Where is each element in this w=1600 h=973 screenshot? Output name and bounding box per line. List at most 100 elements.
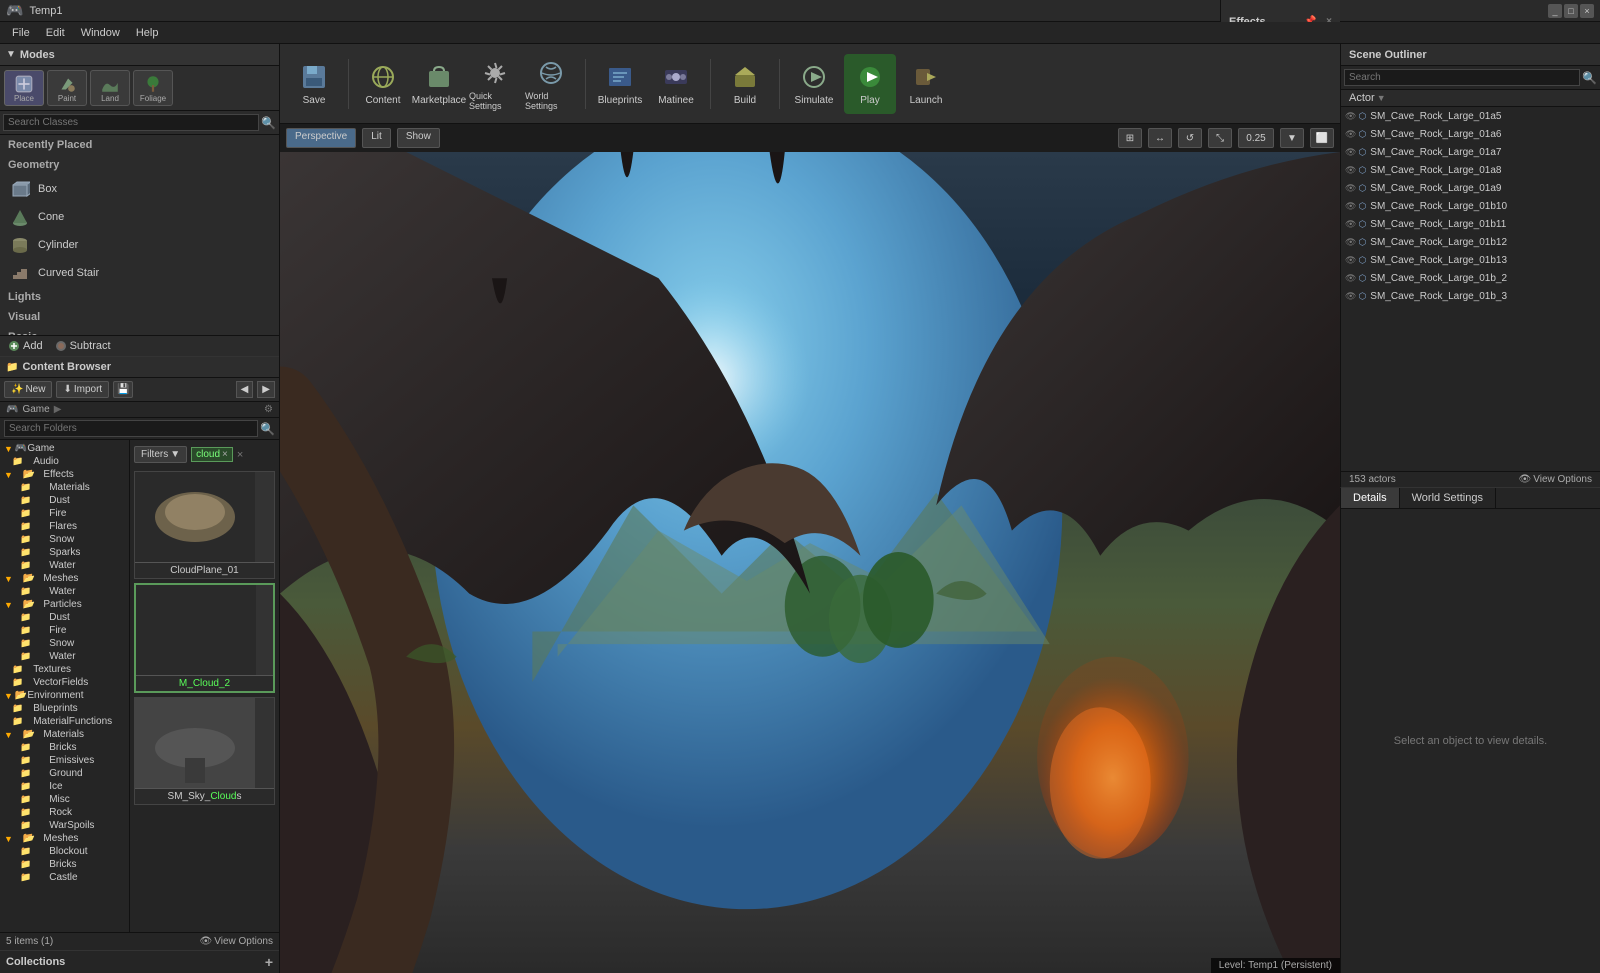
folder-water-par[interactable]: 📁Water: [0, 650, 129, 663]
matinee-button[interactable]: Matinee: [650, 54, 702, 114]
folder-ice[interactable]: 📁Ice: [0, 780, 129, 793]
viewport-icon-btn-5[interactable]: 0.25: [1238, 128, 1274, 148]
lights-label[interactable]: Lights: [0, 287, 279, 307]
viewport-icon-btn-4[interactable]: ⤡: [1208, 128, 1232, 148]
cb-path-game[interactable]: Game: [22, 404, 49, 415]
folder-snow-par[interactable]: 📁Snow: [0, 637, 129, 650]
simulate-button[interactable]: Simulate: [788, 54, 840, 114]
folder-emissives[interactable]: 📁Emissives: [0, 754, 129, 767]
outliner-item-1[interactable]: 👁 ⬡ SM_Cave_Rock_Large_01a6: [1341, 125, 1600, 143]
asset-smskyclouds[interactable]: SM_Sky_Clouds: [134, 697, 275, 805]
folder-rock[interactable]: 📁Rock: [0, 806, 129, 819]
world-settings-button[interactable]: World Settings: [525, 54, 577, 114]
collections-add-button[interactable]: +: [265, 954, 273, 970]
folder-environment[interactable]: ▼📂Environment: [0, 689, 129, 702]
visual-label[interactable]: Visual: [0, 307, 279, 327]
folder-fire-eff[interactable]: 📁Fire: [0, 507, 129, 520]
outliner-item-10[interactable]: 👁 ⬡ SM_Cave_Rock_Large_01b_3: [1341, 287, 1600, 305]
menu-help[interactable]: Help: [128, 22, 167, 44]
launch-button[interactable]: Launch: [900, 54, 952, 114]
folder-snow-eff[interactable]: 📁Snow: [0, 533, 129, 546]
recently-placed-label[interactable]: Recently Placed: [0, 135, 279, 155]
save-all-button[interactable]: 💾: [113, 381, 133, 398]
new-button[interactable]: ✨ New: [4, 381, 52, 398]
cb-nav-back[interactable]: ◀: [236, 381, 254, 398]
geometry-label[interactable]: Geometry: [0, 155, 279, 175]
placement-cone[interactable]: Cone: [0, 203, 279, 231]
quick-settings-button[interactable]: Quick Settings: [469, 54, 521, 114]
folder-particles[interactable]: ▼📂Particles: [0, 598, 129, 611]
outliner-item-9[interactable]: 👁 ⬡ SM_Cave_Rock_Large_01b_2: [1341, 269, 1600, 287]
folder-textures[interactable]: 📁Textures: [0, 663, 129, 676]
folder-warspoils[interactable]: 📁WarSpoils: [0, 819, 129, 832]
folder-water-eff[interactable]: 📁Water: [0, 559, 129, 572]
folder-meshes-game[interactable]: ▼📂Meshes: [0, 572, 129, 585]
maximize-button[interactable]: □: [1564, 4, 1578, 18]
show-button[interactable]: Show: [397, 128, 440, 148]
folder-ground[interactable]: 📁Ground: [0, 767, 129, 780]
search-tag-close[interactable]: ×: [222, 449, 228, 460]
cb-options-btn[interactable]: ⚙: [264, 404, 273, 415]
folder-materials-eff[interactable]: 📁Materials: [0, 481, 129, 494]
folder-audio[interactable]: 📁Audio: [0, 455, 129, 468]
folder-flares[interactable]: 📁Flares: [0, 520, 129, 533]
details-tab-details[interactable]: Details: [1341, 488, 1400, 508]
outliner-item-4[interactable]: 👁 ⬡ SM_Cave_Rock_Large_01a9: [1341, 179, 1600, 197]
window-controls[interactable]: _ □ ×: [1548, 4, 1594, 18]
save-button[interactable]: Save: [288, 54, 340, 114]
outliner-item-3[interactable]: 👁 ⬡ SM_Cave_Rock_Large_01a8: [1341, 161, 1600, 179]
details-tab-world-settings[interactable]: World Settings: [1400, 488, 1496, 508]
viewport-icon-btn-1[interactable]: ⊞: [1118, 128, 1142, 148]
perspective-button[interactable]: Perspective: [286, 128, 356, 148]
outliner-view-options[interactable]: 👁 View Options: [1519, 474, 1592, 485]
basic-label[interactable]: Basic: [0, 327, 279, 335]
folder-game[interactable]: ▼🎮Game: [0, 442, 129, 455]
actor-filter-label[interactable]: Actor: [1349, 92, 1375, 104]
subtract-button[interactable]: Subtract: [55, 340, 111, 352]
search-clear-icon[interactable]: ×: [237, 449, 243, 461]
folder-materials-env[interactable]: ▼📂Materials: [0, 728, 129, 741]
outliner-item-0[interactable]: 👁 ⬡ SM_Cave_Rock_Large_01a5: [1341, 107, 1600, 125]
mode-place[interactable]: Place: [4, 70, 44, 106]
viewport-icon-btn-6[interactable]: ▼: [1280, 128, 1304, 148]
viewport-icon-btn-3[interactable]: ↺: [1178, 128, 1202, 148]
folder-materialfunctions[interactable]: 📁MaterialFunctions: [0, 715, 129, 728]
viewport-icon-btn-2[interactable]: ↔: [1148, 128, 1172, 148]
outliner-item-8[interactable]: 👁 ⬡ SM_Cave_Rock_Large_01b13: [1341, 251, 1600, 269]
outliner-item-2[interactable]: 👁 ⬡ SM_Cave_Rock_Large_01a7: [1341, 143, 1600, 161]
blueprints-button[interactable]: Blueprints: [594, 54, 646, 114]
content-button[interactable]: Content: [357, 54, 409, 114]
minimize-button[interactable]: _: [1548, 4, 1562, 18]
folder-fire-par[interactable]: 📁Fire: [0, 624, 129, 637]
outliner-item-5[interactable]: 👁 ⬡ SM_Cave_Rock_Large_01b10: [1341, 197, 1600, 215]
play-button[interactable]: Play: [844, 54, 896, 114]
folder-meshes-env[interactable]: ▼📂Meshes: [0, 832, 129, 845]
outliner-search-input[interactable]: [1344, 69, 1580, 86]
menu-edit[interactable]: Edit: [38, 22, 73, 44]
folder-sparks[interactable]: 📁Sparks: [0, 546, 129, 559]
add-button[interactable]: Add: [8, 340, 43, 352]
menu-window[interactable]: Window: [73, 22, 128, 44]
placement-cylinder[interactable]: Cylinder: [0, 231, 279, 259]
folder-bricks-mat[interactable]: 📁Bricks: [0, 741, 129, 754]
outliner-item-6[interactable]: 👁 ⬡ SM_Cave_Rock_Large_01b11: [1341, 215, 1600, 233]
lit-button[interactable]: Lit: [362, 128, 391, 148]
folder-dust-par[interactable]: 📁Dust: [0, 611, 129, 624]
placement-curved-stair[interactable]: Curved Stair: [0, 259, 279, 287]
folder-bricks-mesh[interactable]: 📁Bricks: [0, 858, 129, 871]
import-button[interactable]: ⬇ Import: [56, 381, 109, 398]
build-button[interactable]: Build: [719, 54, 771, 114]
cb-nav-forward[interactable]: ▶: [257, 381, 275, 398]
asset-cloudplane[interactable]: CloudPlane_01: [134, 471, 275, 579]
folder-vectorfields[interactable]: 📁VectorFields: [0, 676, 129, 689]
mode-paint[interactable]: Paint: [47, 70, 87, 106]
folder-water-mesh[interactable]: 📁Water: [0, 585, 129, 598]
view-options[interactable]: 👁 View Options: [200, 936, 273, 947]
viewport-maximize[interactable]: ⬜: [1310, 128, 1334, 148]
folders-search-input[interactable]: [4, 420, 258, 437]
outliner-item-7[interactable]: 👁 ⬡ SM_Cave_Rock_Large_01b12: [1341, 233, 1600, 251]
search-tag-cloud[interactable]: cloud ×: [191, 447, 233, 462]
mode-foliage[interactable]: Foliage: [133, 70, 173, 106]
folder-misc[interactable]: 📁Misc: [0, 793, 129, 806]
folder-blueprints-env[interactable]: 📁Blueprints: [0, 702, 129, 715]
